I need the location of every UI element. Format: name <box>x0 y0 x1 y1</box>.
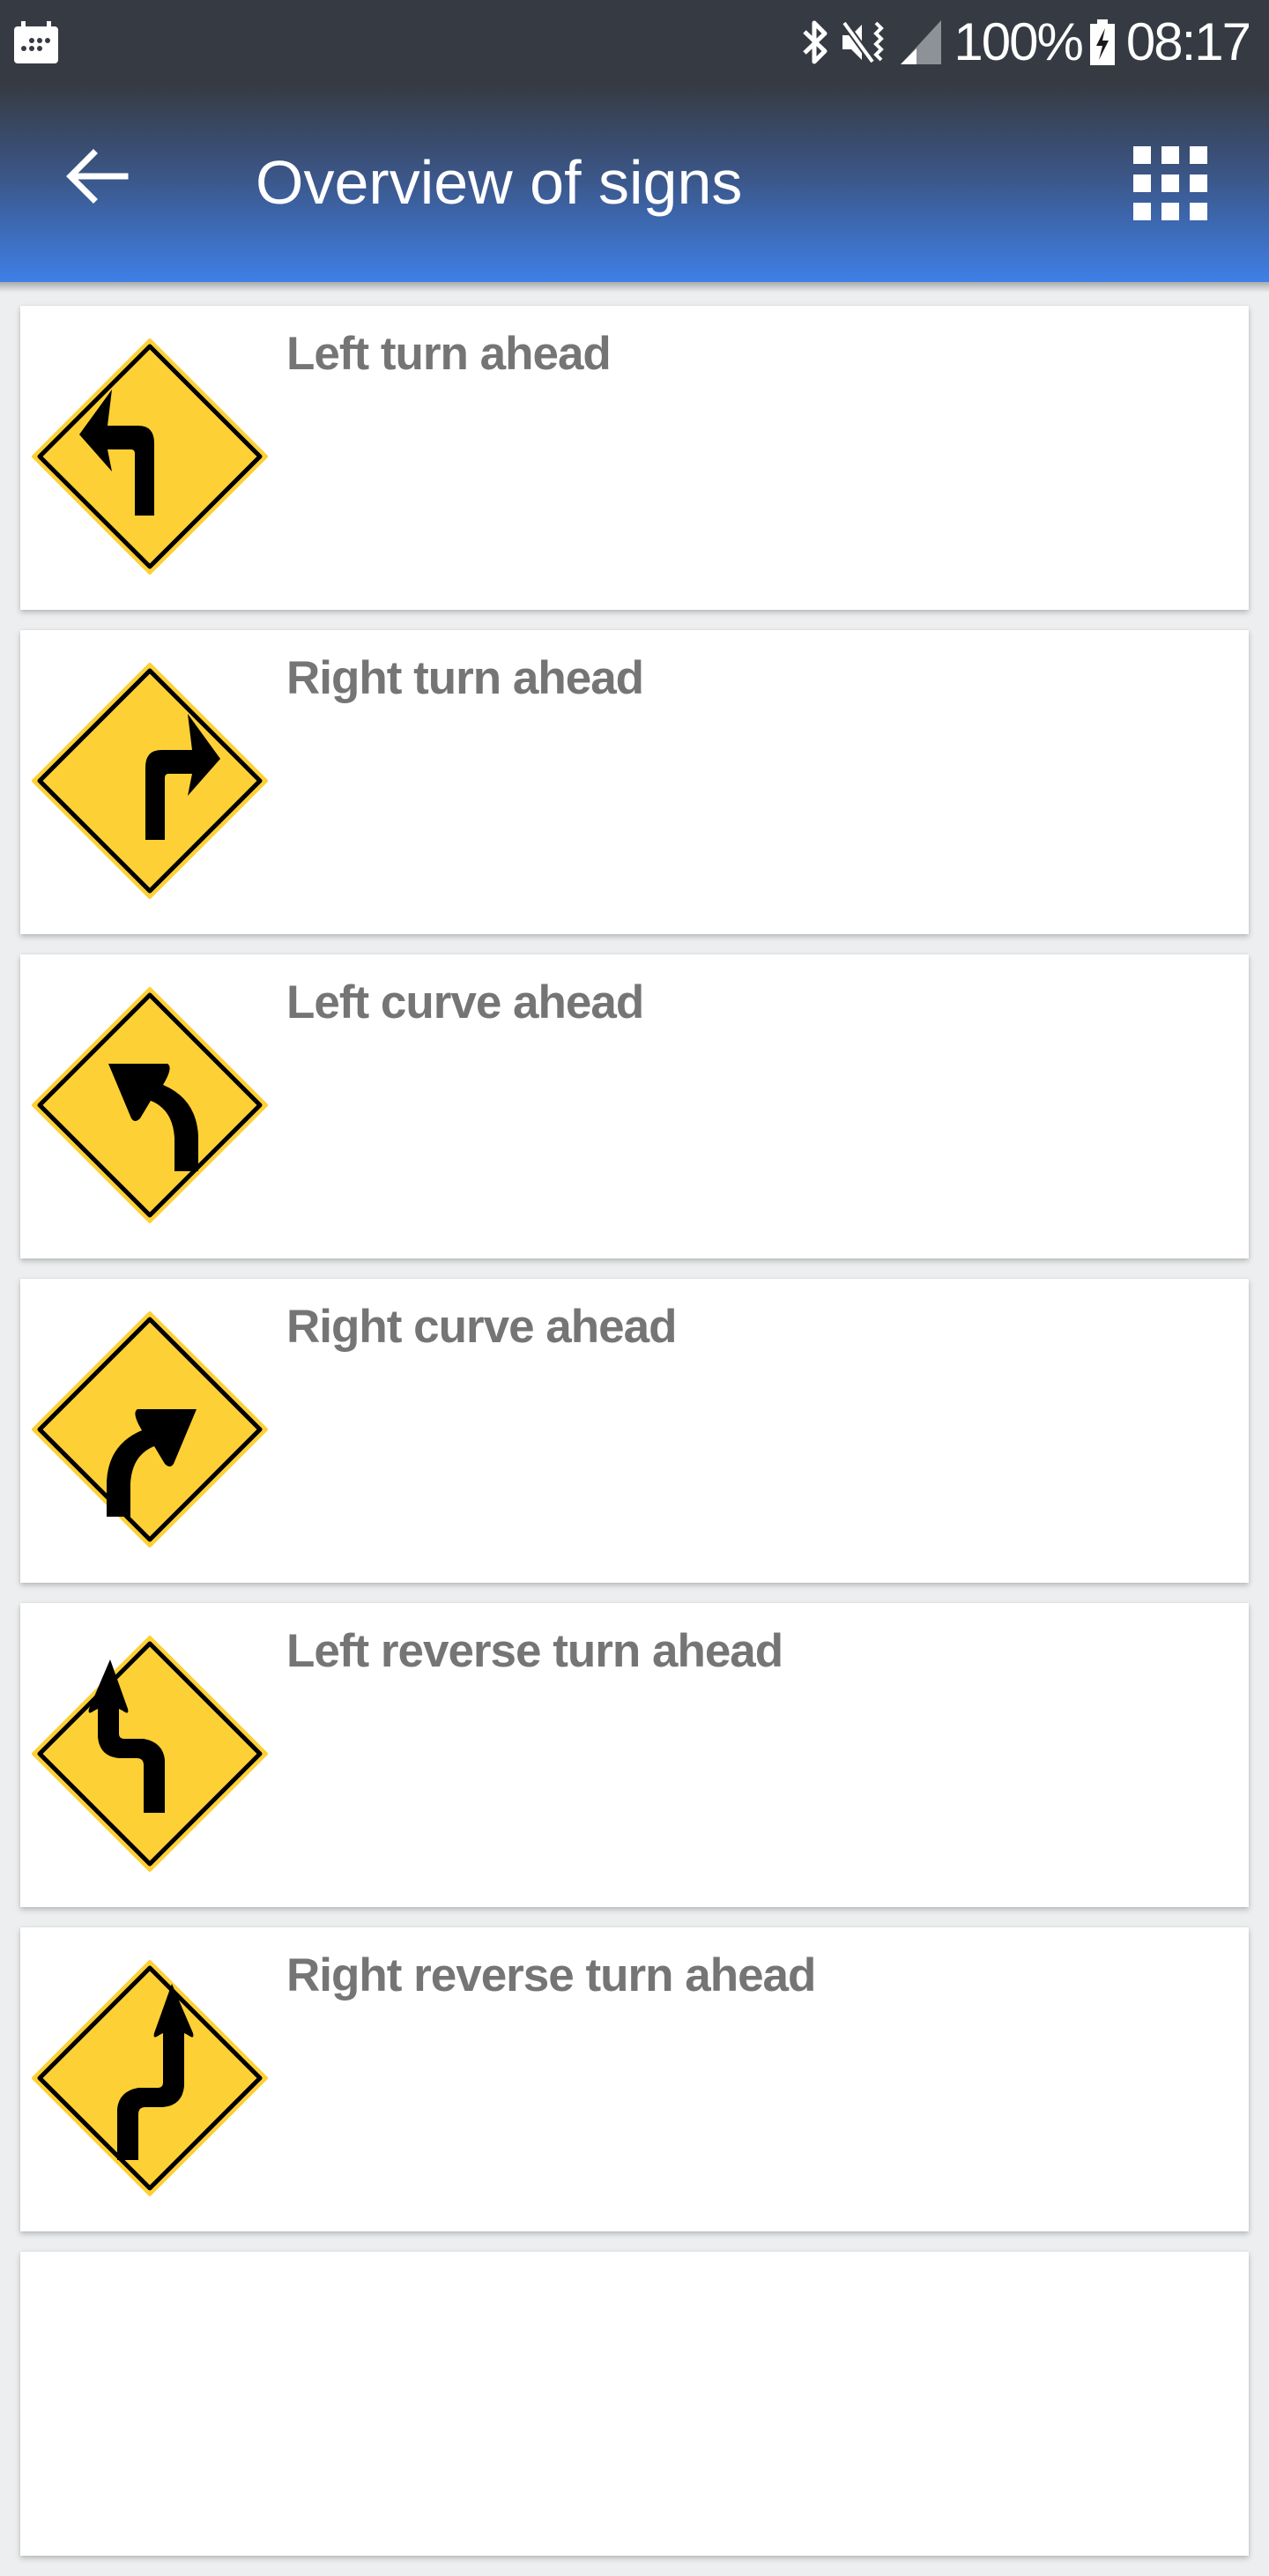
bluetooth-icon <box>803 20 827 64</box>
sign-label: Left reverse turn ahead <box>286 1625 783 1677</box>
battery-charging-icon <box>1089 19 1115 65</box>
sign-label: Right turn ahead <box>286 652 644 704</box>
grid-view-icon[interactable] <box>1128 141 1207 220</box>
status-bar: 100% 08:17 <box>0 0 1269 85</box>
sign-card-partial[interactable] <box>20 2252 1249 2556</box>
app-bar-shadow <box>0 282 1269 293</box>
right-curve-sign-icon <box>32 1311 268 1548</box>
vibrate-mute-icon <box>842 20 885 64</box>
right-turn-sign-icon <box>32 663 268 899</box>
sign-card[interactable]: Right turn ahead <box>20 630 1249 934</box>
sign-card[interactable]: Right curve ahead <box>20 1279 1249 1583</box>
clock: 08:17 <box>1125 12 1251 71</box>
sign-card[interactable]: Left turn ahead <box>20 306 1249 610</box>
right-reverse-turn-sign-icon <box>32 1960 268 2196</box>
calendar-icon <box>14 21 58 63</box>
sign-label: Left turn ahead <box>286 328 612 380</box>
sign-label: Right reverse turn ahead <box>286 1949 816 2001</box>
left-curve-sign-icon <box>32 987 268 1223</box>
sign-card[interactable]: Right reverse turn ahead <box>20 1927 1249 2231</box>
page-title: Overview of signs <box>256 148 743 217</box>
sign-label: Left curve ahead <box>286 976 644 1028</box>
arrow-back-icon[interactable] <box>62 141 132 212</box>
sign-card[interactable]: Left reverse turn ahead <box>20 1603 1249 1907</box>
signal-icon <box>901 20 942 64</box>
left-turn-sign-icon <box>32 338 268 575</box>
sign-label: Right curve ahead <box>286 1301 677 1353</box>
signs-list: Left turn ahead Right turn ahead Left cu… <box>20 306 1249 2576</box>
sign-card[interactable]: Left curve ahead <box>20 954 1249 1258</box>
left-reverse-turn-sign-icon <box>32 1636 268 1872</box>
app-bar: Overview of signs <box>0 85 1269 282</box>
battery-percentage: 100% <box>954 12 1083 71</box>
